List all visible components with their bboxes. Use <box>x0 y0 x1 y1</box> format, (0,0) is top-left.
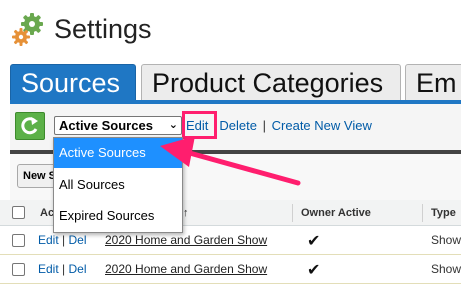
create-new-view-link[interactable]: Create New View <box>272 118 372 133</box>
source-name-link[interactable]: 2020 Home and Garden Show <box>105 233 267 247</box>
checkmark-icon: ✔ <box>307 233 321 250</box>
view-dropdown-list: Active Sources All Sources Expired Sourc… <box>53 137 183 233</box>
row-checkbox[interactable] <box>12 263 25 276</box>
column-header-type[interactable]: Type <box>431 207 456 219</box>
tab-product-categories[interactable]: Product Categories <box>141 64 401 100</box>
table-row: Edit | Del 2020 Home and Garden Show ✔ S… <box>0 255 461 284</box>
refresh-icon[interactable] <box>15 112 45 140</box>
tab-bar: Sources Product Categories Em <box>0 64 461 100</box>
link-separator: | <box>62 233 66 247</box>
column-header-action: Ac <box>40 207 55 219</box>
option-all-sources[interactable]: All Sources <box>54 170 182 200</box>
column-divider <box>422 204 423 222</box>
sort-ascending-icon[interactable]: ↑ <box>183 207 189 219</box>
row-delete-link[interactable]: Del <box>69 262 87 276</box>
link-separator: | <box>262 118 267 133</box>
option-active-sources[interactable]: Active Sources <box>54 138 182 168</box>
select-all-checkbox[interactable] <box>12 206 25 219</box>
edit-link-highlight <box>182 111 217 139</box>
checkmark-icon: ✔ <box>307 262 321 279</box>
settings-page: Settings Sources Product Categories Em A… <box>0 0 461 293</box>
option-expired-sources[interactable]: Expired Sources <box>54 201 182 231</box>
row-checkbox[interactable] <box>12 234 25 247</box>
row-edit-link[interactable]: Edit <box>38 233 59 247</box>
type-cell: Show <box>431 233 461 247</box>
page-title: Settings <box>54 14 152 44</box>
chevron-down-icon: ⌄ <box>168 119 178 131</box>
gears-icon <box>12 13 43 46</box>
column-header-owner-active[interactable]: Owner Active <box>301 207 371 219</box>
tab-em[interactable]: Em <box>405 64 461 100</box>
row-edit-link[interactable]: Edit <box>38 262 59 276</box>
source-name-link[interactable]: 2020 Home and Garden Show <box>105 262 267 276</box>
tab-sources[interactable]: Sources <box>10 64 136 100</box>
view-select[interactable]: Active Sources ⌄ <box>54 116 182 135</box>
column-divider <box>292 204 293 222</box>
row-delete-link[interactable]: Del <box>69 233 87 247</box>
delete-view-link[interactable]: Delete <box>219 118 257 133</box>
view-select-value: Active Sources <box>59 118 153 133</box>
type-cell: Show <box>431 262 461 276</box>
link-separator: | <box>62 262 66 276</box>
